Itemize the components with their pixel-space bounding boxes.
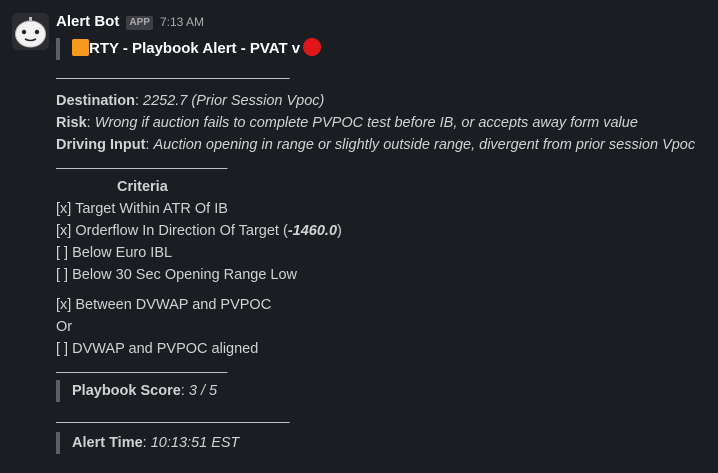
risk-line: Risk: Wrong if auction fails to complete… bbox=[56, 115, 638, 131]
divider: ______________________________ bbox=[56, 63, 290, 79]
red-circle-icon bbox=[303, 38, 322, 56]
alert-details: Destination: 2252.7 (Prior Session Vpoc)… bbox=[56, 90, 706, 156]
destination-line: Destination: 2252.7 (Prior Session Vpoc) bbox=[56, 93, 325, 109]
criteria-text: Below 30 Sec Opening Range Low bbox=[72, 267, 298, 283]
alert-time-label: Alert Time bbox=[72, 435, 143, 451]
alert-time-value: 10:13:51 EST bbox=[150, 435, 240, 451]
criteria-text: Orderflow In Direction Of Target ( bbox=[75, 223, 288, 239]
orange-square-icon bbox=[72, 39, 89, 56]
driving-input-value: Auction opening in range or slightly out… bbox=[153, 137, 696, 153]
criteria-text: Between DVWAP and PVPOC bbox=[75, 297, 272, 313]
destination-value: 2252.7 (Prior Session Vpoc) bbox=[143, 93, 325, 109]
divider: ______________________________ bbox=[56, 407, 290, 423]
alert-title-block: RTY - Playbook Alert - PVAT v bbox=[56, 38, 706, 60]
criteria-text: Or bbox=[56, 319, 73, 335]
criteria-mark: [x] bbox=[56, 201, 72, 217]
criteria-title: Criteria bbox=[117, 179, 168, 195]
criteria-item: [ ] Below 30 Sec Opening Range Low bbox=[56, 264, 706, 286]
orderflow-value: -1460.0 bbox=[287, 223, 338, 239]
playbook-score-block: Playbook Score: 3 / 5 bbox=[56, 380, 706, 402]
robot-face-icon bbox=[12, 13, 49, 50]
playbook-score-value: 3 / 5 bbox=[188, 383, 218, 399]
criteria-item: [x] Between DVWAP and PVPOC bbox=[56, 294, 706, 316]
criteria-mark: [x] bbox=[56, 297, 72, 313]
criteria-extra-block: [x] Between DVWAP and PVPOC Or [ ] DVWAP… bbox=[56, 294, 706, 360]
bot-name[interactable]: Alert Bot bbox=[56, 13, 119, 30]
criteria-mark: [x] bbox=[56, 223, 72, 239]
risk-label: Risk bbox=[56, 115, 87, 131]
criteria-text: DVWAP and PVPOC aligned bbox=[72, 341, 259, 357]
divider: ______________________ bbox=[56, 357, 228, 373]
destination-label: Destination bbox=[56, 93, 135, 109]
message-header: Alert Bot APP 7:13 AM bbox=[56, 12, 706, 32]
risk-value: Wrong if auction fails to complete PVPOC… bbox=[94, 115, 638, 131]
alert-time-block: Alert Time: 10:13:51 EST bbox=[56, 432, 706, 454]
criteria-suffix: ) bbox=[337, 223, 342, 239]
criteria-text: Below Euro IBL bbox=[72, 245, 173, 261]
message-timestamp[interactable]: 7:13 AM bbox=[160, 15, 204, 29]
app-badge: APP bbox=[126, 16, 153, 30]
alert-title: RTY - Playbook Alert - PVAT v bbox=[89, 40, 301, 57]
criteria-item: [x] Orderflow In Direction Of Target (-1… bbox=[56, 220, 706, 242]
criteria-text: Target Within ATR Of IB bbox=[75, 201, 228, 217]
driving-input-label: Driving Input bbox=[56, 137, 146, 153]
criteria-block: Criteria [x] Target Within ATR Of IB [x]… bbox=[56, 176, 706, 286]
criteria-or: Or bbox=[56, 316, 706, 338]
criteria-mark: [ ] bbox=[56, 341, 69, 357]
criteria-item: [x] Target Within ATR Of IB bbox=[56, 198, 706, 220]
message-content: Alert Bot APP 7:13 AM RTY - Playbook Ale… bbox=[56, 12, 706, 454]
playbook-score-label: Playbook Score bbox=[72, 383, 181, 399]
bot-avatar[interactable] bbox=[12, 13, 49, 50]
criteria-mark: [ ] bbox=[56, 267, 69, 283]
criteria-item: [ ] Below Euro IBL bbox=[56, 242, 706, 264]
criteria-mark: [ ] bbox=[56, 245, 69, 261]
